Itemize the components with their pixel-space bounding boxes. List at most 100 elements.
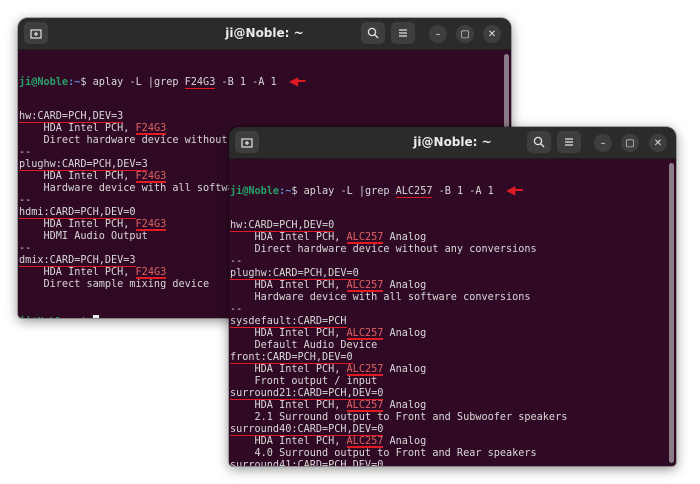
card-highlight: F24G3 xyxy=(135,171,167,182)
card-prefix: HDA Intel PCH, xyxy=(19,123,136,134)
prompt-dollar: $ xyxy=(80,77,93,88)
card-highlight: F24G3 xyxy=(135,219,167,230)
card-line: HDA Intel PCH, ALC257 Analog xyxy=(230,364,666,376)
device-name: front:CARD=PCH,DEV=0 xyxy=(230,352,353,363)
search-icon xyxy=(367,27,379,39)
card-prefix: HDA Intel PCH, xyxy=(230,364,347,375)
device-name: surround40:CARD=PCH,DEV=0 xyxy=(230,424,384,435)
menu-button[interactable] xyxy=(391,22,415,44)
output-text: Direct sample mixing device xyxy=(19,279,210,290)
command-post: -B 1 -A 1 xyxy=(215,77,277,88)
card-prefix: HDA Intel PCH, xyxy=(230,232,347,243)
device-name: plughw:CARD=PCH,DEV=3 xyxy=(19,159,148,170)
card-prefix: HDA Intel PCH, xyxy=(230,328,347,339)
card-prefix: HDA Intel PCH, xyxy=(19,219,136,230)
close-button[interactable]: ✕ xyxy=(649,134,667,152)
hamburger-icon xyxy=(399,29,407,37)
output-text: HDMI Audio Output xyxy=(19,231,148,242)
device-line: surround41:CARD=PCH,DEV=0 xyxy=(230,460,666,466)
prompt-path: :~ xyxy=(279,186,292,197)
output-text: -- xyxy=(230,256,243,267)
device-line: plughw:CARD=PCH,DEV=0 xyxy=(230,268,666,280)
text-cursor xyxy=(92,315,99,318)
command-pre: aplay -L |grep xyxy=(92,77,185,88)
card-highlight: ALC257 xyxy=(346,436,384,447)
titlebar[interactable]: ji@Noble: ~ – ▢ ✕ xyxy=(229,127,676,159)
minimize-button[interactable]: – xyxy=(594,134,612,152)
command-line: ji@Noble:~$ aplay -L |grep F24G3 -B 1 -A… xyxy=(19,74,501,88)
output-text: Default Audio Device xyxy=(230,340,378,351)
card-highlight: ALC257 xyxy=(346,232,384,243)
card-prefix: HDA Intel PCH, xyxy=(230,280,347,291)
card-prefix: HDA Intel PCH, xyxy=(19,267,136,278)
new-tab-button[interactable] xyxy=(235,131,259,153)
card-prefix: HDA Intel PCH, xyxy=(19,171,136,182)
output-text: -- xyxy=(230,304,243,315)
output-text: Hardware device with all software conver… xyxy=(230,292,531,303)
output-line: -- xyxy=(230,304,666,316)
prompt-path: :~ xyxy=(68,317,80,318)
maximize-button[interactable]: ▢ xyxy=(456,25,474,43)
maximize-icon: ▢ xyxy=(625,137,635,149)
device-line: hw:CARD=PCH,DEV=3 xyxy=(19,111,501,123)
device-line: sysdefault:CARD=PCH xyxy=(230,316,666,328)
output-text: -- xyxy=(19,243,32,254)
device-name: surround41:CARD=PCH,DEV=0 xyxy=(230,460,383,466)
device-line: hw:CARD=PCH,DEV=0 xyxy=(230,220,666,232)
search-button[interactable] xyxy=(361,22,385,44)
card-suffix: Analog xyxy=(383,328,427,339)
output-line: -- xyxy=(230,256,666,268)
output-text: Direct hardware device without any conve… xyxy=(230,244,537,255)
search-icon xyxy=(533,136,545,148)
command-highlight: ALC257 xyxy=(395,186,433,197)
new-tab-icon xyxy=(30,29,42,39)
device-name: hw:CARD=PCH,DEV=3 xyxy=(19,111,124,122)
red-arrow-icon: ◀━ xyxy=(288,74,306,88)
output-text: 4.0 Surround output to Front and Rear sp… xyxy=(230,448,537,459)
titlebar[interactable]: ji@Noble: ~ – ▢ ✕ xyxy=(18,18,511,50)
card-highlight: ALC257 xyxy=(346,280,384,291)
output-text: -- xyxy=(19,195,32,206)
output-line: 4.0 Surround output to Front and Rear sp… xyxy=(230,448,666,460)
card-suffix: Analog xyxy=(383,280,427,291)
output-line: Front output / input xyxy=(230,376,666,388)
output-line: Default Audio Device xyxy=(230,340,666,352)
device-line: surround21:CARD=PCH,DEV=0 xyxy=(230,388,666,400)
prompt-dollar: $ xyxy=(80,317,92,318)
output-text: -- xyxy=(19,147,32,158)
output-text: Front output / input xyxy=(230,376,378,387)
card-line: HDA Intel PCH, ALC257 Analog xyxy=(230,232,666,244)
card-suffix: Analog xyxy=(383,232,427,243)
maximize-button[interactable]: ▢ xyxy=(621,134,639,152)
prompt-path: :~ xyxy=(68,77,81,88)
scrollbar[interactable] xyxy=(669,163,674,463)
output-line: 2.1 Surround output to Front and Subwoof… xyxy=(230,412,666,424)
hamburger-icon xyxy=(565,138,573,146)
card-highlight: F24G3 xyxy=(135,267,167,278)
red-arrow-icon: ◀━ xyxy=(506,183,523,197)
search-button[interactable] xyxy=(527,131,551,153)
minimize-icon: – xyxy=(600,137,606,149)
device-name: hdmi:CARD=PCH,DEV=0 xyxy=(19,207,136,218)
card-highlight: ALC257 xyxy=(346,364,384,375)
prompt-user: ji@Noble xyxy=(230,186,280,197)
card-highlight: ALC257 xyxy=(346,400,384,411)
card-highlight: F24G3 xyxy=(135,123,167,134)
card-line: HDA Intel PCH, ALC257 Analog xyxy=(230,436,666,448)
device-name: sysdefault:CARD=PCH xyxy=(230,316,347,327)
device-name: dmix:CARD=PCH,DEV=3 xyxy=(19,255,136,266)
card-prefix: HDA Intel PCH, xyxy=(230,400,347,411)
minimize-button[interactable]: – xyxy=(429,25,447,43)
new-tab-button[interactable] xyxy=(24,22,48,44)
card-highlight: ALC257 xyxy=(346,328,384,339)
card-suffix: Analog xyxy=(383,436,427,447)
close-button[interactable]: ✕ xyxy=(483,25,501,43)
prompt-dollar: $ xyxy=(291,186,304,197)
command-line: ji@Noble:~$ aplay -L |grep ALC257 -B 1 -… xyxy=(230,183,666,197)
terminal-output[interactable]: ji@Noble:~$ aplay -L |grep ALC257 -B 1 -… xyxy=(229,160,666,466)
terminal-window-front[interactable]: ji@Noble: ~ – ▢ ✕ ji@Noble:~$ aplay -L |… xyxy=(229,127,676,466)
menu-button[interactable] xyxy=(557,131,581,153)
device-name: hw:CARD=PCH,DEV=0 xyxy=(230,220,335,231)
command-pre: aplay -L |grep xyxy=(303,186,396,197)
device-line: front:CARD=PCH,DEV=0 xyxy=(230,352,666,364)
